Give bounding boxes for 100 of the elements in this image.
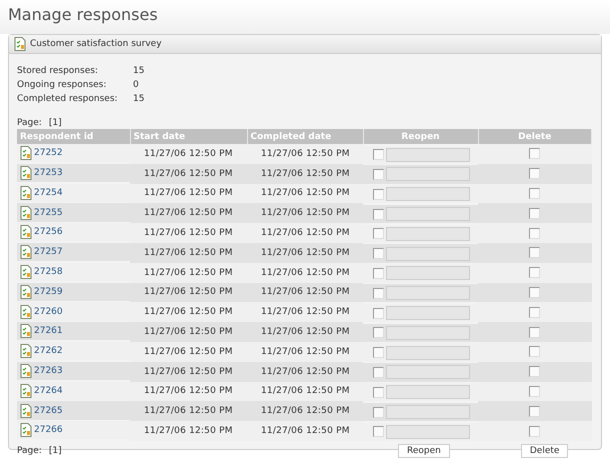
- reopen-button[interactable]: Reopen: [398, 444, 450, 458]
- respondent-link[interactable]: 27262: [34, 346, 63, 356]
- start-date: 11/27/06 12:50 PM: [144, 307, 233, 318]
- start-date: 11/27/06 12:50 PM: [144, 366, 233, 377]
- delete-checkbox[interactable]: [529, 386, 540, 397]
- delete-checkbox[interactable]: [529, 168, 540, 180]
- respondent-link[interactable]: 27255: [34, 208, 63, 218]
- reopen-field[interactable]: [386, 286, 470, 300]
- delete-checkbox[interactable]: [529, 188, 540, 199]
- completed-date: 11/27/06 12:50 PM: [261, 228, 350, 238]
- reopen-checkbox[interactable]: [373, 168, 384, 180]
- reopen-checkbox[interactable]: [373, 248, 384, 260]
- completed-date: 11/27/06 12:50 PM: [261, 208, 350, 218]
- reopen-field[interactable]: [386, 226, 470, 241]
- reopen-field[interactable]: [386, 424, 470, 439]
- respondent-link[interactable]: 27252: [34, 148, 63, 158]
- completed-date: 11/27/06 12:50 PM: [261, 287, 350, 298]
- respondent-link[interactable]: 27265: [34, 406, 63, 416]
- document-icon: [20, 324, 32, 338]
- column-header: Respondent id: [17, 129, 130, 144]
- start-date: 11/27/06 12:50 PM: [144, 346, 233, 357]
- stat-label: Stored responses:: [17, 66, 98, 76]
- document-icon: [20, 304, 32, 319]
- reopen-checkbox[interactable]: [373, 347, 384, 358]
- column-header: Reopen: [363, 129, 478, 144]
- column-header: Completed date: [247, 129, 363, 144]
- page-number: [1]: [48, 118, 62, 128]
- reopen-field[interactable]: [386, 266, 470, 280]
- page-label: Page:: [17, 446, 42, 456]
- document-icon: [20, 344, 32, 358]
- stat-label: Ongoing responses:: [17, 80, 106, 90]
- start-date: 11/27/06 12:50 PM: [144, 248, 233, 258]
- reopen-checkbox[interactable]: [373, 268, 384, 279]
- reopen-checkbox[interactable]: [373, 188, 384, 200]
- document-icon: [20, 264, 32, 279]
- page-label: Page:: [17, 118, 42, 128]
- document-icon: [20, 423, 32, 438]
- delete-checkbox[interactable]: [529, 426, 540, 437]
- delete-checkbox[interactable]: [529, 286, 540, 298]
- reopen-field[interactable]: [386, 207, 470, 222]
- completed-date: 11/27/06 12:50 PM: [261, 327, 350, 338]
- document-icon: [20, 284, 32, 299]
- column-header: Start date: [130, 129, 247, 144]
- reopen-checkbox[interactable]: [373, 288, 384, 299]
- reopen-field[interactable]: [386, 326, 470, 340]
- delete-checkbox[interactable]: [529, 406, 540, 417]
- stat-label: Completed responses:: [17, 94, 118, 104]
- document-icon: [14, 37, 26, 51]
- delete-checkbox[interactable]: [529, 228, 540, 239]
- respondent-link[interactable]: 27253: [34, 168, 63, 178]
- reopen-field[interactable]: [386, 365, 470, 380]
- document-icon: [20, 166, 32, 180]
- reopen-field[interactable]: [386, 405, 470, 419]
- respondent-link[interactable]: 27256: [34, 227, 63, 238]
- stat-value: 15: [133, 66, 144, 76]
- reopen-checkbox[interactable]: [373, 386, 384, 398]
- reopen-checkbox[interactable]: [373, 366, 384, 378]
- reopen-checkbox[interactable]: [373, 308, 384, 319]
- delete-checkbox[interactable]: [529, 148, 540, 160]
- start-date: 11/27/06 12:50 PM: [144, 327, 233, 338]
- delete-checkbox[interactable]: [529, 247, 540, 258]
- document-icon: [20, 245, 32, 260]
- delete-checkbox[interactable]: [529, 366, 540, 378]
- reopen-field[interactable]: [386, 346, 470, 360]
- document-icon: [20, 146, 32, 160]
- reopen-field[interactable]: [386, 187, 470, 202]
- document-icon: [20, 206, 32, 220]
- reopen-checkbox[interactable]: [373, 406, 384, 418]
- start-date: 11/27/06 12:50 PM: [144, 268, 233, 278]
- reopen-field[interactable]: [386, 306, 470, 320]
- respondent-link[interactable]: 27266: [34, 425, 63, 436]
- delete-checkbox[interactable]: [529, 326, 540, 338]
- reopen-field[interactable]: [386, 167, 470, 182]
- reopen-checkbox[interactable]: [373, 208, 384, 220]
- reopen-field[interactable]: [386, 246, 470, 261]
- delete-checkbox[interactable]: [529, 208, 540, 219]
- page-number: [1]: [48, 446, 62, 456]
- document-icon: [20, 364, 32, 378]
- delete-checkbox[interactable]: [529, 267, 540, 278]
- respondent-link[interactable]: 27257: [34, 247, 63, 258]
- respondent-link[interactable]: 27254: [34, 188, 63, 198]
- completed-date: 11/27/06 12:50 PM: [261, 148, 350, 159]
- respondent-link[interactable]: 27261: [34, 326, 63, 336]
- reopen-checkbox[interactable]: [373, 426, 384, 438]
- reopen-checkbox[interactable]: [373, 327, 384, 338]
- delete-checkbox[interactable]: [529, 306, 540, 318]
- reopen-field[interactable]: [386, 385, 470, 400]
- reopen-field[interactable]: [386, 148, 470, 162]
- column-header: Delete: [478, 129, 592, 144]
- reopen-checkbox[interactable]: [373, 149, 384, 160]
- panel-title: Customer satisfaction survey: [30, 39, 162, 49]
- respondent-link[interactable]: 27258: [34, 266, 63, 277]
- respondent-link[interactable]: 27260: [34, 306, 63, 317]
- respondent-link[interactable]: 27264: [34, 386, 63, 396]
- delete-button[interactable]: Delete: [520, 444, 568, 458]
- delete-checkbox[interactable]: [529, 346, 540, 358]
- respondent-link[interactable]: 27263: [34, 366, 63, 376]
- respondent-link[interactable]: 27259: [34, 286, 63, 297]
- start-date: 11/27/06 12:50 PM: [144, 228, 233, 238]
- reopen-checkbox[interactable]: [373, 228, 384, 240]
